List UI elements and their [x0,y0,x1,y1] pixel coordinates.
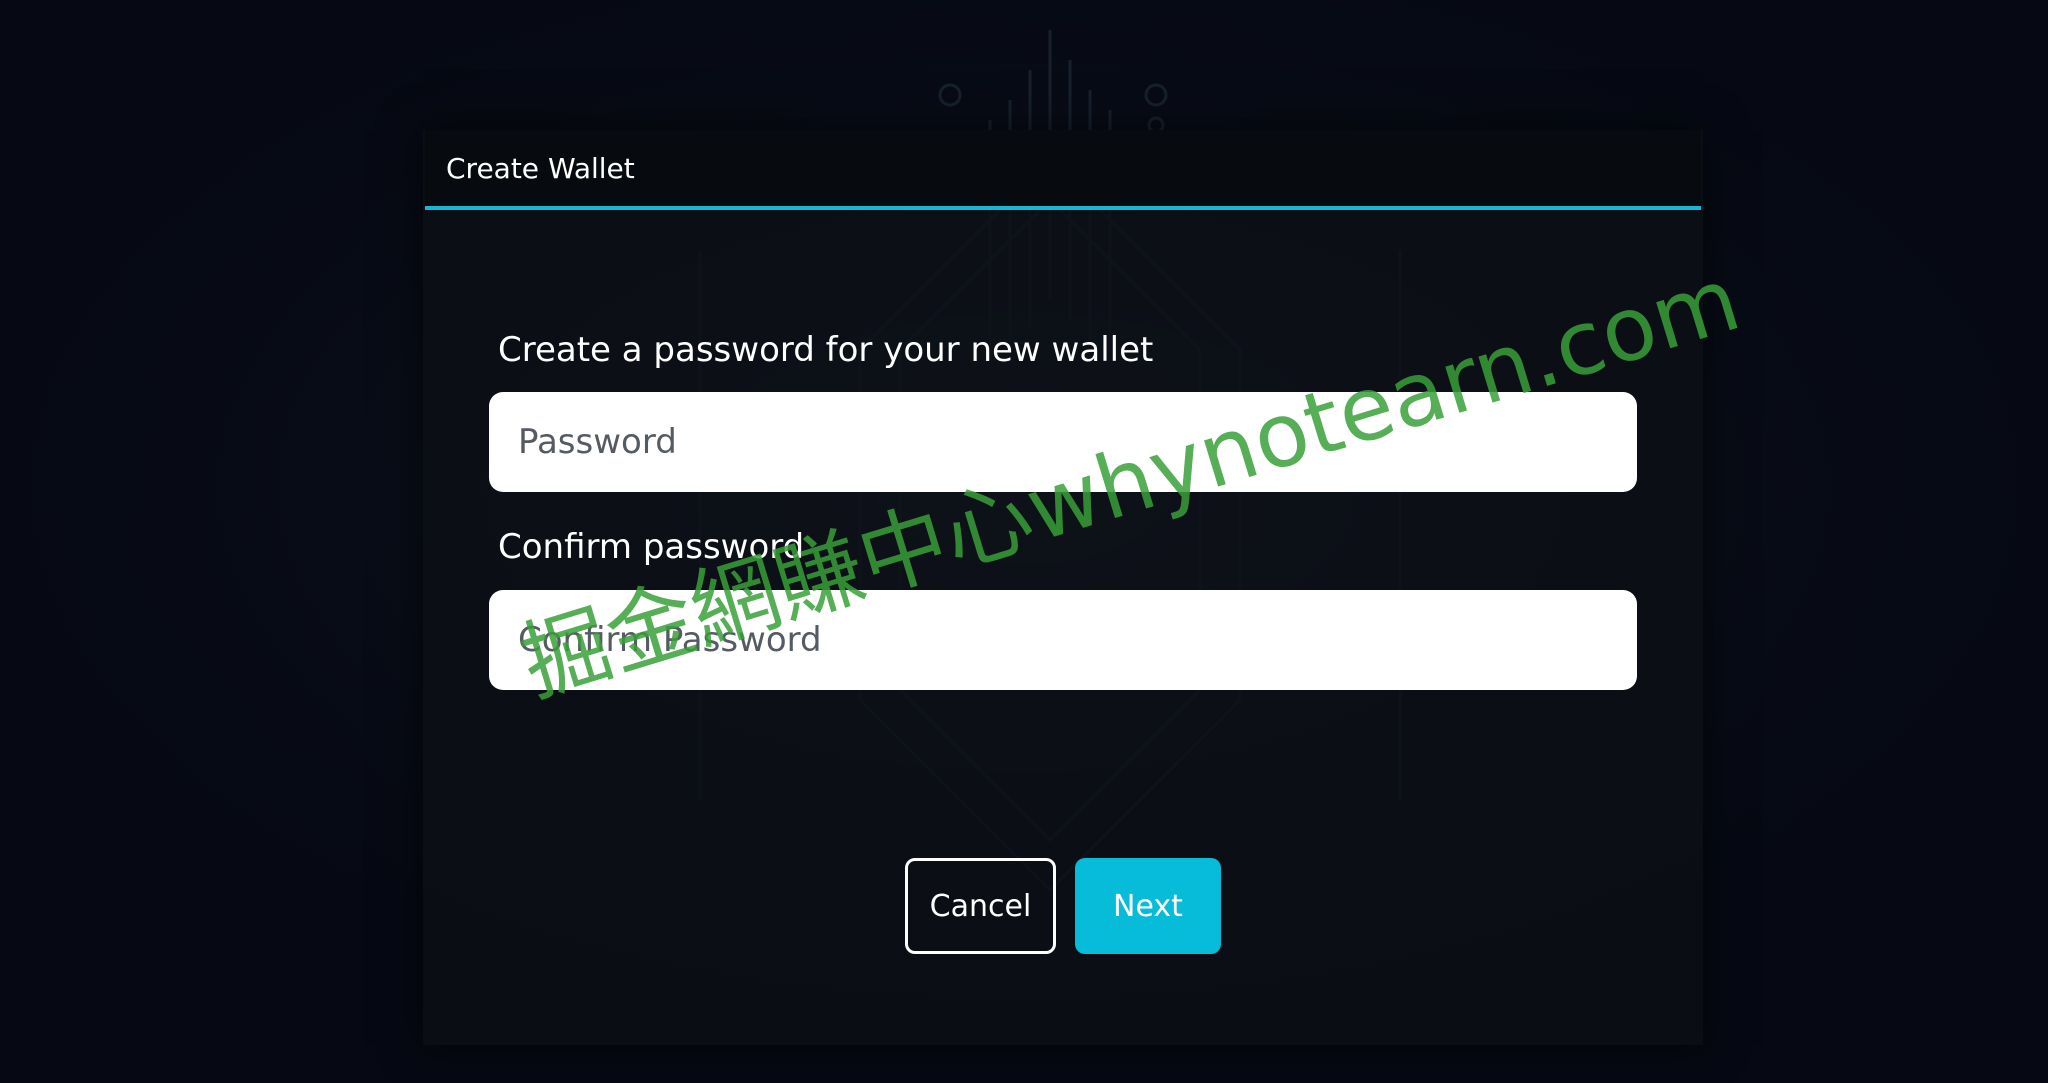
dialog-header: Create Wallet [425,130,1701,210]
create-wallet-dialog: Create Wallet Create a password for your… [423,130,1703,1045]
next-button[interactable]: Next [1075,858,1221,954]
password-input[interactable] [489,392,1637,492]
confirm-password-input[interactable] [489,590,1637,690]
password-label: Create a password for your new wallet [498,330,1154,370]
confirm-password-label: Confirm password [498,527,805,567]
cancel-button[interactable]: Cancel [905,858,1056,954]
dialog-title: Create Wallet [446,152,635,185]
